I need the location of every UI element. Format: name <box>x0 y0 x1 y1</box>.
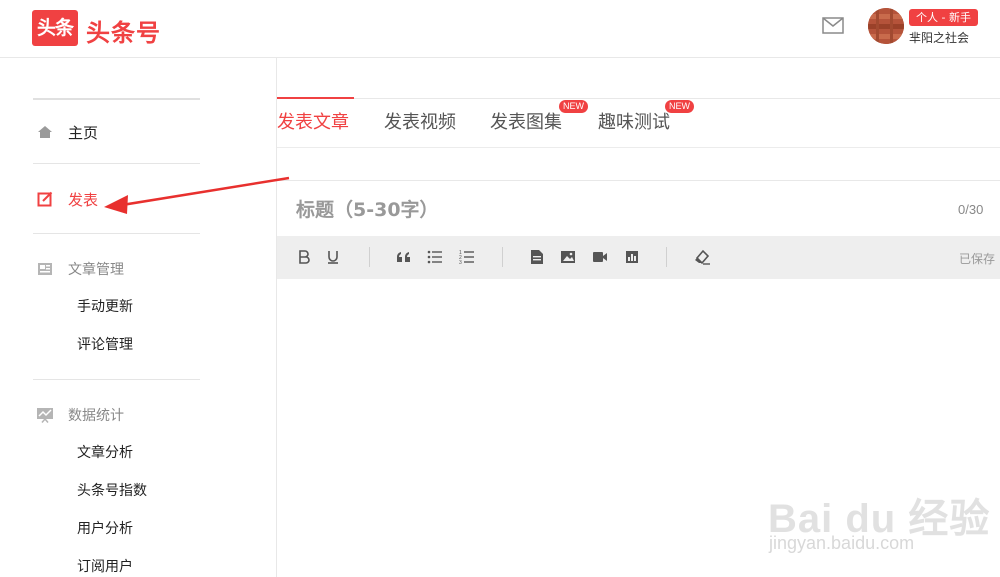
user-name[interactable]: 芈阳之社会 <box>909 29 969 46</box>
bold-icon[interactable] <box>295 248 313 266</box>
tab-publish-article[interactable]: 发表文章 <box>277 108 349 134</box>
toolbar-separator <box>502 247 503 267</box>
numbered-list-icon[interactable]: 1 2 3 <box>458 248 476 266</box>
sidebar-item-home[interactable]: 主页 <box>36 121 98 143</box>
save-status: 已保存 <box>959 252 996 266</box>
document-icon[interactable] <box>528 248 546 266</box>
toolbar-separator <box>666 247 667 267</box>
sidebar-item-subscribers[interactable]: 订阅用户 <box>77 556 133 576</box>
tab-publish-gallery[interactable]: 发表图集 <box>490 108 562 134</box>
home-icon <box>36 123 54 141</box>
chart-icon <box>36 406 54 424</box>
sidebar-divider <box>33 163 200 164</box>
sidebar-item-account-index[interactable]: 头条号指数 <box>77 480 147 500</box>
clear-format-icon[interactable] <box>693 248 711 266</box>
sidebar-divider <box>33 379 200 380</box>
title-input[interactable] <box>296 196 936 224</box>
sidebar-item-manual-update[interactable]: 手动更新 <box>77 296 133 316</box>
tab-fun-quiz[interactable]: 趣味测试 <box>598 108 670 134</box>
avatar[interactable] <box>868 8 904 44</box>
image-icon[interactable] <box>559 248 577 266</box>
sidebar-item-user-analysis[interactable]: 用户分析 <box>77 518 133 538</box>
sidebar-item-publish[interactable]: 发表 <box>36 188 98 210</box>
bar-chart-icon[interactable] <box>623 248 641 266</box>
title-char-count: 0/30 <box>958 202 984 217</box>
bullet-list-icon[interactable] <box>426 248 444 266</box>
active-tab-indicator <box>277 97 354 99</box>
page: 头条 头条号 个人 - 新手 芈阳之社会 主页 发表 文章管理 手动更新 评论管… <box>0 0 1000 577</box>
sidebar-group-label: 文章管理 <box>68 262 124 278</box>
document-icon <box>36 260 54 278</box>
edit-icon <box>36 190 54 208</box>
mail-icon[interactable] <box>822 17 844 34</box>
toolbar-separator <box>369 247 370 267</box>
sidebar-divider <box>33 98 200 100</box>
top-header: 头条 头条号 个人 - 新手 芈阳之社会 <box>0 0 1000 58</box>
sidebar-item-label: 主页 <box>68 123 99 142</box>
underline-icon[interactable] <box>324 248 342 266</box>
sidebar-item-label: 发表 <box>68 190 99 209</box>
editor-divider <box>277 180 1000 181</box>
tab-publish-video[interactable]: 发表视频 <box>384 108 456 134</box>
sidebar-divider <box>33 233 200 234</box>
logo-text[interactable]: 头条号 <box>86 13 161 48</box>
editor-toolbar: 1 2 3 已保存 <box>277 236 1000 279</box>
tabs-divider <box>277 147 1000 148</box>
sidebar-group-stats: 数据统计 <box>36 404 124 426</box>
video-icon[interactable] <box>591 248 609 266</box>
sidebar-group-label: 数据统计 <box>68 408 124 424</box>
svg-text:3: 3 <box>459 260 462 265</box>
watermark-url: jingyan.baidu.com <box>769 533 915 553</box>
logo-mark[interactable]: 头条 <box>32 10 78 46</box>
new-badge: NEW <box>559 100 588 113</box>
user-level-badge: 个人 - 新手 <box>909 9 978 26</box>
new-badge: NEW <box>665 100 694 113</box>
tabs-divider <box>277 98 1000 99</box>
sidebar-item-comments[interactable]: 评论管理 <box>77 334 133 354</box>
sidebar-group-articles: 文章管理 <box>36 258 124 280</box>
sidebar-item-article-analysis[interactable]: 文章分析 <box>77 442 133 462</box>
quote-icon[interactable] <box>395 248 413 266</box>
